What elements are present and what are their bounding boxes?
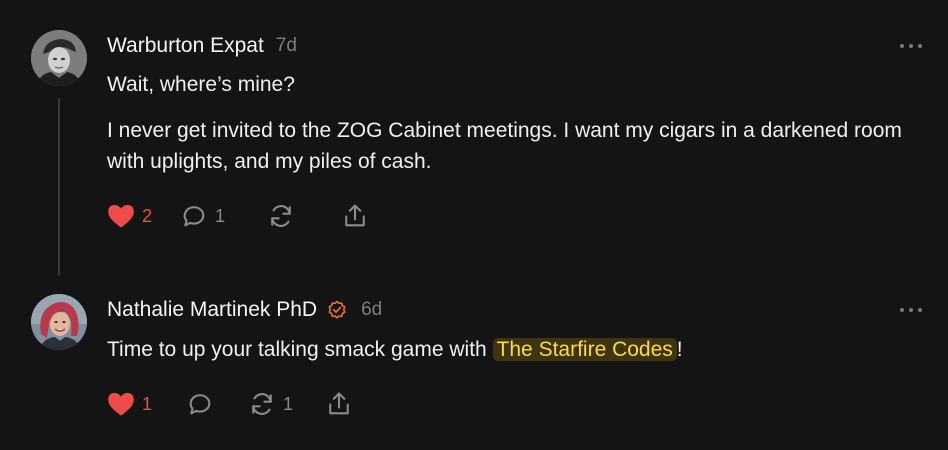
author-name[interactable]: Nathalie Martinek PhD [107, 298, 317, 322]
comment-warburton: Warburton Expat 7d Wait, where’s mine? I… [0, 0, 948, 280]
action-bar: 2 1 [107, 202, 369, 230]
like-count: 2 [142, 205, 153, 226]
comment-nathalie: Nathalie Martinek PhD 6d Time to up your… [0, 280, 948, 450]
heart-icon [108, 392, 134, 416]
timestamp[interactable]: 6d [361, 299, 382, 321]
comment-icon [183, 206, 205, 227]
comment-body: Wait, where’s mine? I never get invited … [107, 69, 907, 177]
reply-count: 1 [215, 205, 226, 226]
verified-badge-icon [327, 300, 347, 320]
timestamp[interactable]: 7d [276, 35, 297, 57]
avatar[interactable] [31, 294, 87, 350]
avatar[interactable] [31, 30, 87, 86]
reply-button[interactable] [186, 390, 214, 418]
like-count: 1 [142, 393, 153, 414]
share-icon [329, 392, 349, 415]
comment-body: Time to up your talking smack game with … [107, 334, 907, 365]
restack-icon [271, 205, 291, 227]
comment-header: Nathalie Martinek PhD 6d [107, 298, 382, 322]
reply-button[interactable]: 1 [180, 202, 225, 230]
author-name[interactable]: Warburton Expat [107, 34, 264, 58]
comment-paragraph: Time to up your talking smack game with … [107, 334, 907, 365]
comment-text: Time to up your talking smack game with [107, 338, 493, 361]
comment-paragraph: I never get invited to the ZOG Cabinet m… [107, 119, 902, 173]
publication-link[interactable]: The Starfire Codes [492, 338, 677, 361]
share-icon [345, 204, 365, 227]
like-button[interactable]: 2 [107, 203, 152, 229]
share-button[interactable] [341, 202, 369, 230]
comment-header: Warburton Expat 7d [107, 34, 297, 58]
restack-icon [252, 393, 272, 415]
restack-count: 1 [283, 393, 294, 414]
action-bar: 1 1 [107, 390, 353, 418]
restack-button[interactable]: 1 [248, 390, 293, 418]
share-button[interactable] [325, 390, 353, 418]
like-button[interactable]: 1 [107, 391, 152, 417]
restack-button[interactable] [267, 202, 295, 230]
comment-paragraph: Wait, where’s mine? [107, 73, 295, 96]
thread-line [58, 98, 60, 276]
ellipsis-icon[interactable] [900, 305, 922, 315]
heart-icon [108, 204, 134, 228]
comment-icon [189, 394, 211, 415]
ellipsis-icon[interactable] [900, 41, 922, 51]
comment-text: ! [676, 338, 683, 361]
